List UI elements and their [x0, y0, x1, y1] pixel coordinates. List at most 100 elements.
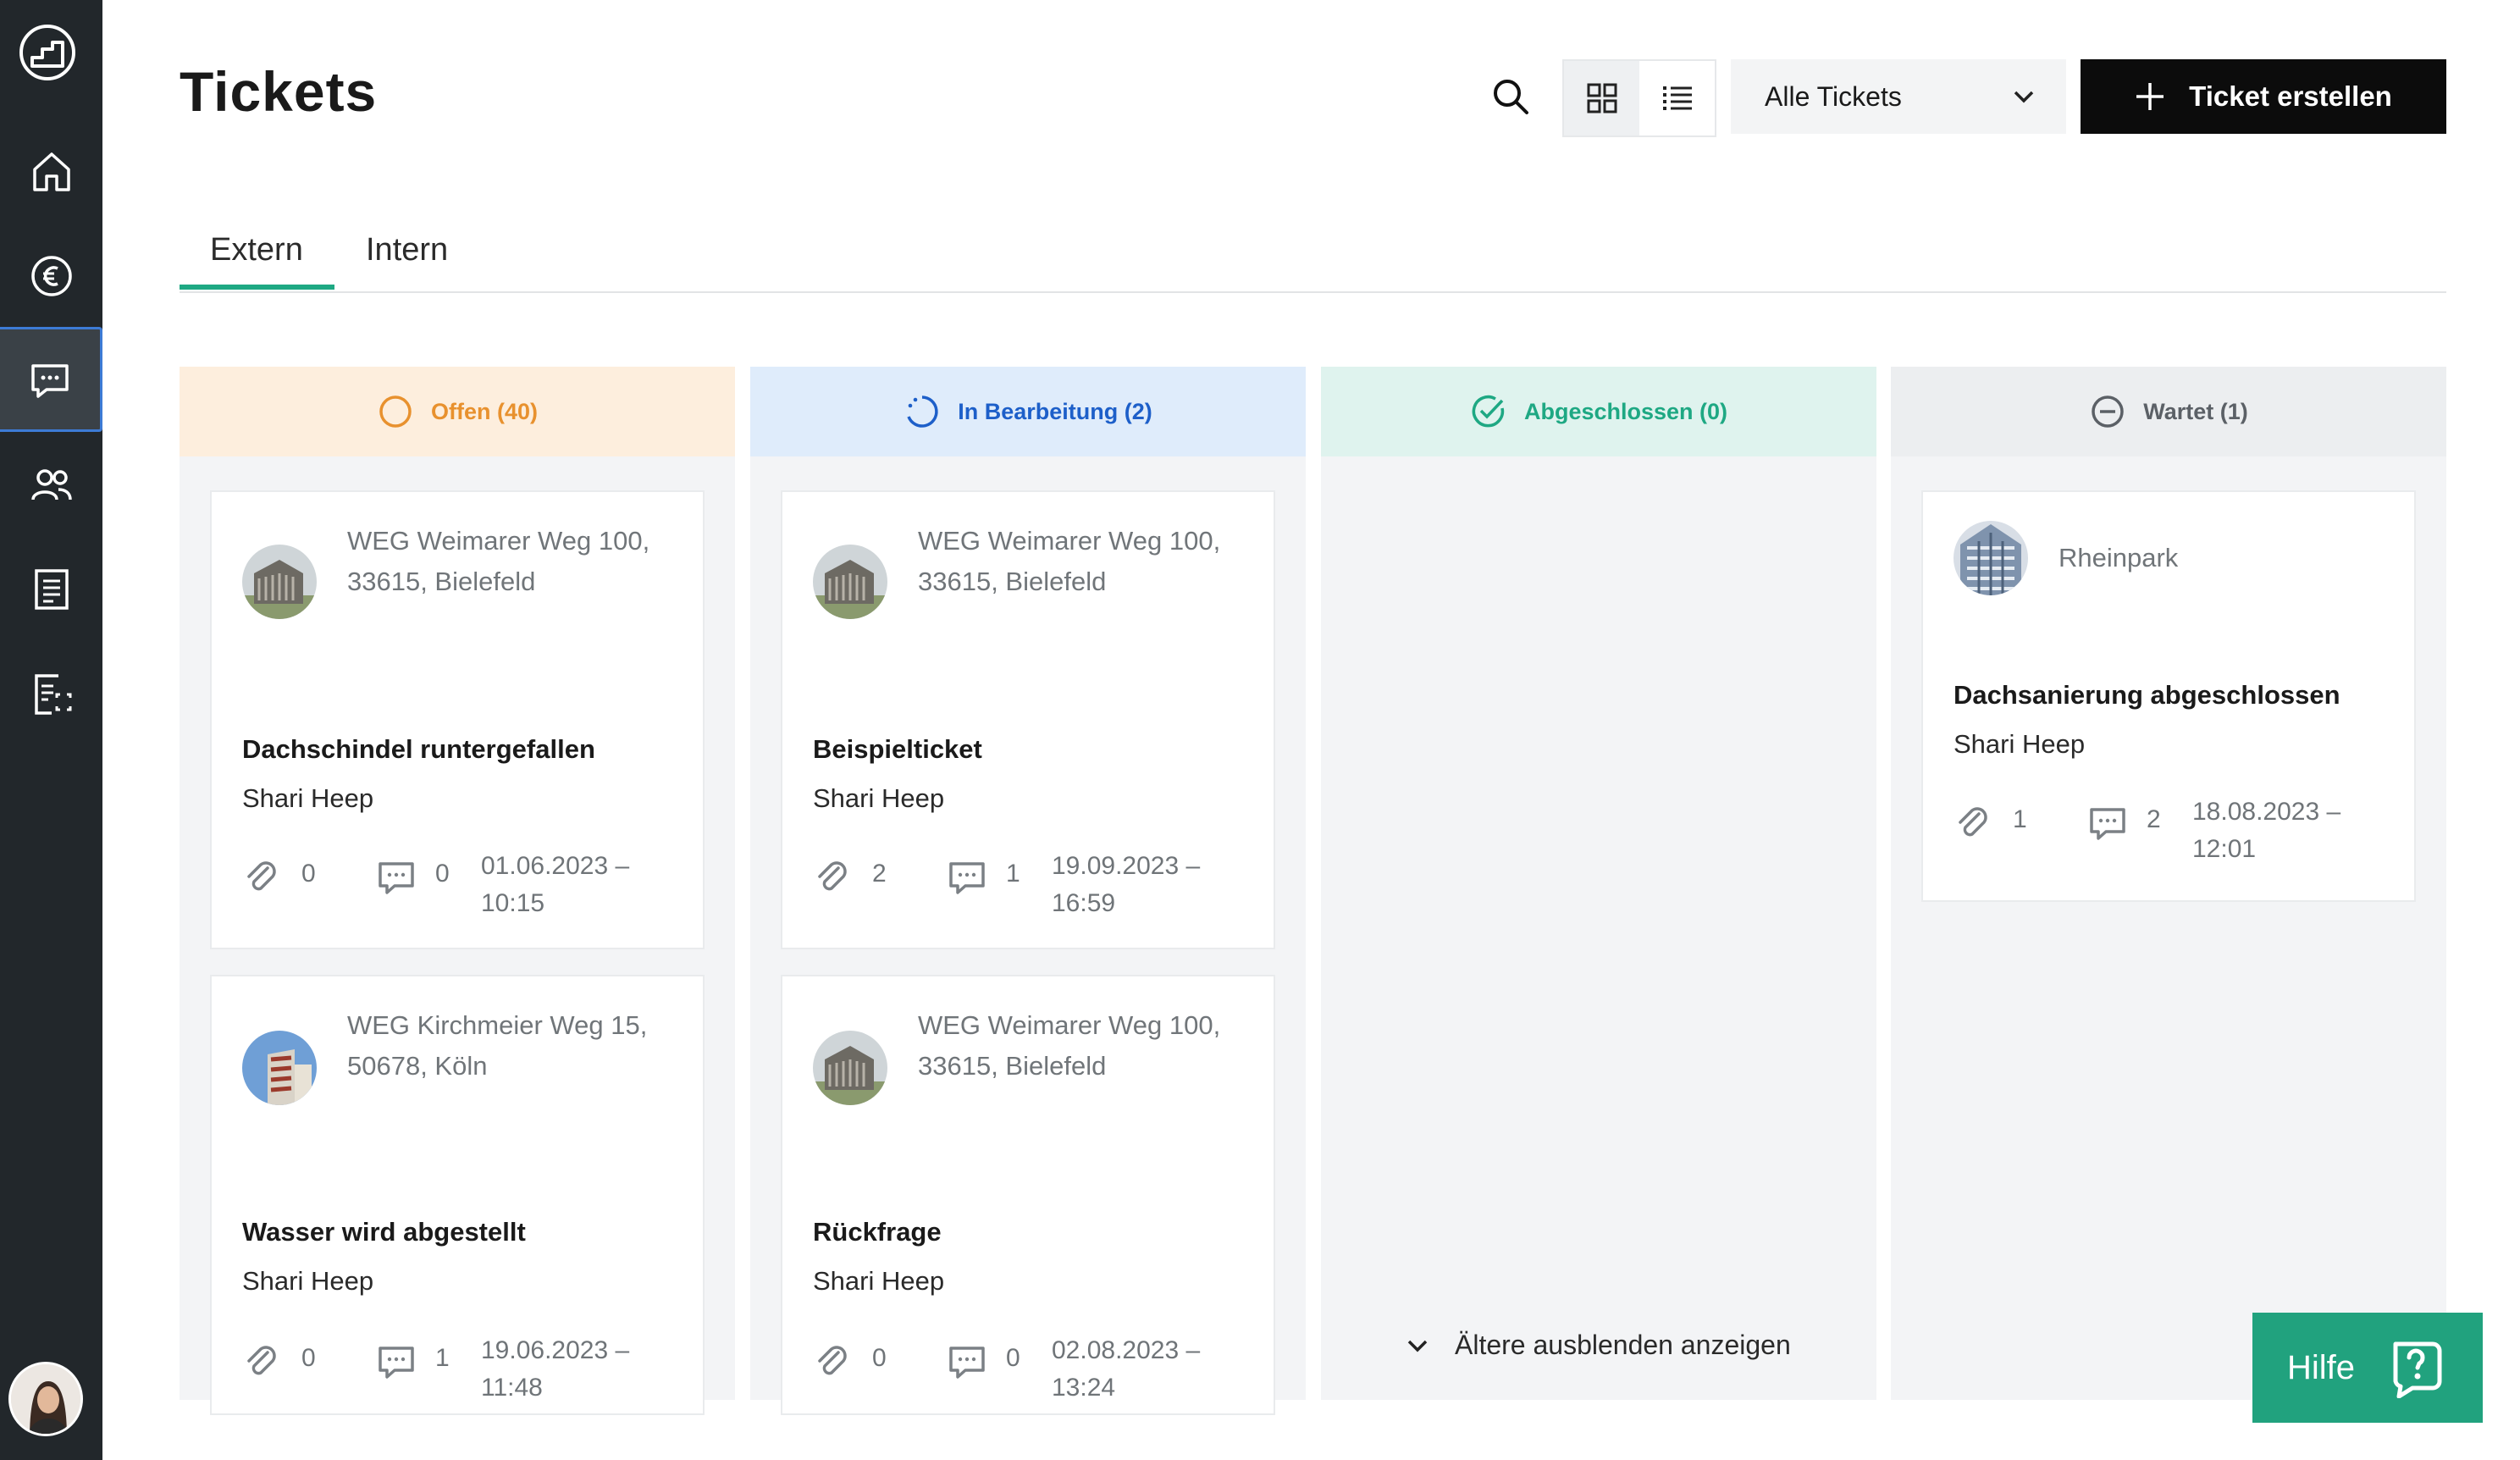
property-thumbnail	[242, 1031, 317, 1105]
grid-icon	[1587, 83, 1616, 113]
tab-bar: Extern Intern	[180, 215, 2446, 293]
comment-count: 2	[2147, 805, 2161, 833]
comment-count: 1	[435, 1344, 450, 1372]
paperclip-icon	[247, 861, 276, 891]
column-header-waiting[interactable]: Wartet (1)	[1891, 367, 2446, 456]
paperclip-icon	[247, 1346, 276, 1375]
ticket-meta: 0 0 02.08.2023 –13:24	[813, 1332, 1253, 1408]
help-chat-icon	[2393, 1341, 2442, 1398]
property-thumbnail	[813, 1031, 887, 1105]
attachment-count: 0	[301, 1344, 316, 1372]
ticket-card[interactable]: WEG Weimarer Weg 100, 33615, Bielefeld R…	[781, 975, 1275, 1415]
comment-count: 0	[1006, 1344, 1020, 1372]
progress-circle-icon	[907, 395, 938, 428]
ticket-date: 01.06.2023 –10:15	[481, 852, 630, 917]
toggle-older-button[interactable]: Ältere ausblenden anzeigen	[1406, 1330, 1791, 1361]
users-icon	[30, 469, 72, 500]
tab-intern[interactable]: Intern	[366, 232, 448, 268]
user-avatar[interactable]	[8, 1362, 83, 1436]
column-completed: Abgeschlossen (0)	[1321, 367, 1876, 1400]
attachment-count: 0	[872, 1344, 887, 1372]
property-address: WEG Weimarer Weg 100, 33615, Bielefeld	[918, 526, 1221, 596]
property-address: WEG Weimarer Weg 100, 33615, Bielefeld	[347, 526, 650, 596]
ticket-card[interactable]: WEG Weimarer Weg 100, 33615, Bielefeld D…	[210, 490, 705, 949]
toggle-older-label: Ältere ausblenden anzeigen	[1455, 1330, 1791, 1360]
filter-value: Alle Tickets	[1765, 80, 1902, 112]
column-header-open[interactable]: Offen (40)	[180, 367, 735, 456]
nav-scan[interactable]	[0, 642, 102, 747]
help-button[interactable]: Hilfe	[2252, 1313, 2483, 1423]
attachment-count: 1	[2013, 805, 2027, 833]
column-label: Wartet (1)	[2143, 398, 2248, 424]
property-address: WEG Kirchmeier Weg 15, 50678, Köln	[347, 1010, 648, 1081]
ticket-card[interactable]: WEG Weimarer Weg 100, 33615, Bielefeld B…	[781, 490, 1275, 949]
help-label: Hilfe	[2286, 1348, 2356, 1386]
ticket-date: 18.08.2023 –12:01	[2192, 798, 2341, 863]
property-address: WEG Weimarer Weg 100, 33615, Bielefeld	[918, 1010, 1221, 1081]
document-scan-icon	[34, 674, 71, 715]
column-header-in-progress[interactable]: In Bearbeitung (2)	[750, 367, 1306, 456]
comment-count: 0	[435, 860, 450, 888]
chevron-down-icon	[1407, 1340, 1428, 1352]
page-title: Tickets	[180, 60, 378, 123]
list-view-button[interactable]	[1639, 61, 1715, 135]
ticket-title: Wasser wird abgestellt	[242, 1217, 526, 1247]
ticket-filter-select[interactable]: Alle Tickets	[1731, 59, 2066, 134]
ticket-owner: Shari Heep	[813, 1266, 945, 1296]
circle-open-icon	[379, 395, 412, 428]
check-circle-icon	[1472, 395, 1505, 428]
paperclip-icon	[1959, 807, 1987, 837]
column-header-completed[interactable]: Abgeschlossen (0)	[1321, 367, 1876, 456]
attachment-count: 0	[301, 860, 316, 888]
ticket-card[interactable]: Rheinpark Dachsanierung abgeschlossen Sh…	[1921, 490, 2416, 902]
chat-icon	[31, 364, 69, 398]
create-ticket-label: Ticket erstellen	[2189, 80, 2392, 112]
paperclip-icon	[818, 1346, 847, 1375]
column-in-progress: In Bearbeitung (2) WEG Weimarer Weg 100,…	[750, 367, 1306, 1415]
nav-finance[interactable]	[0, 224, 102, 329]
nav-documents[interactable]	[0, 537, 102, 642]
view-toggle	[1562, 59, 1716, 137]
ticket-title: Dachschindel runtergefallen	[242, 734, 595, 764]
ticket-date: 19.06.2023 –11:48	[481, 1336, 630, 1402]
comment-icon	[379, 1347, 414, 1379]
nav-contacts[interactable]	[0, 432, 102, 537]
euro-icon	[30, 256, 72, 296]
column-label: Offen (40)	[430, 398, 538, 424]
list-icon	[1662, 86, 1692, 110]
ticket-card[interactable]: WEG Kirchmeier Weg 15, 50678, Köln Wasse…	[210, 975, 705, 1415]
ticket-title: Beispielticket	[813, 734, 982, 764]
ticket-owner: Shari Heep	[242, 783, 374, 813]
property-thumbnail	[813, 545, 887, 619]
comment-count: 1	[1006, 860, 1020, 888]
home-icon	[32, 152, 70, 191]
column-open: Offen (40) WEG Weimarer Weg 100, 33615, …	[180, 367, 735, 1415]
ticket-meta: 2 1 19.09.2023 –16:59	[813, 848, 1253, 924]
comment-icon	[2090, 808, 2125, 840]
logo-icon[interactable]	[17, 22, 78, 83]
comment-icon	[949, 862, 985, 894]
property-address: Rheinpark	[2059, 543, 2179, 572]
search-button[interactable]	[1484, 69, 1538, 124]
grid-view-button[interactable]	[1564, 61, 1639, 135]
sidebar	[0, 0, 102, 1460]
column-label: In Bearbeitung (2)	[958, 398, 1152, 424]
nav-home[interactable]	[0, 119, 102, 224]
tab-extern[interactable]: Extern	[210, 232, 303, 268]
comment-icon	[379, 862, 414, 894]
active-tab-indicator	[180, 285, 334, 290]
ticket-owner: Shari Heep	[242, 1266, 374, 1296]
ticket-title: Rückfrage	[813, 1217, 942, 1247]
column-label: Abgeschlossen (0)	[1523, 398, 1728, 424]
create-ticket-button[interactable]: Ticket erstellen	[2081, 59, 2446, 134]
ticket-owner: Shari Heep	[1954, 729, 2086, 759]
comment-icon	[949, 1347, 985, 1379]
paperclip-icon	[818, 861, 847, 891]
property-thumbnail	[1954, 521, 2028, 595]
plus-icon	[2136, 83, 2164, 110]
ticket-date: 02.08.2023 –13:24	[1052, 1336, 1201, 1402]
ticket-meta: 1 2 18.08.2023 –12:01	[1954, 794, 2394, 870]
search-icon	[1494, 80, 1528, 114]
nav-tickets[interactable]	[0, 327, 102, 432]
ticket-meta: 0 1 19.06.2023 –11:48	[242, 1332, 682, 1408]
